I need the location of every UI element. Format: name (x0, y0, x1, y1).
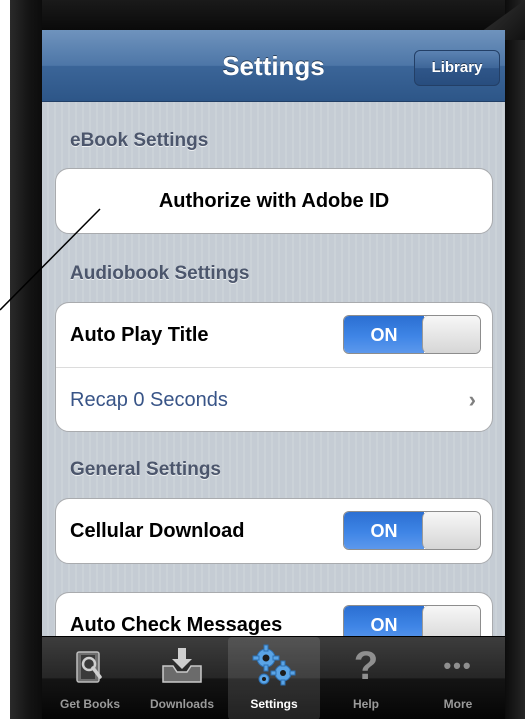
tab-get-books[interactable]: Get Books (44, 637, 136, 719)
device-frame: Settings Library eBook Settings Authoriz… (0, 0, 525, 719)
library-button[interactable]: Library (414, 50, 500, 86)
tab-bar: Get Books Downloads Settings ? Help ••• … (42, 636, 505, 719)
tab-more[interactable]: ••• More (412, 637, 504, 719)
audiobook-settings-group: Auto Play Title ON Recap 0 Seconds › (55, 302, 493, 432)
toggle-thumb (422, 316, 480, 353)
auto-play-title-toggle[interactable]: ON (343, 315, 481, 354)
tab-help[interactable]: ? Help (320, 637, 412, 719)
chevron-right-icon: › (468, 387, 476, 412)
more-dots-glyph: ••• (443, 653, 473, 678)
tab-settings[interactable]: Settings (228, 637, 320, 719)
section-header-ebook: eBook Settings (70, 130, 209, 151)
question-mark-icon: ? (320, 643, 412, 689)
toggle-on-label: ON (344, 316, 424, 353)
more-dots-icon: ••• (412, 643, 504, 689)
cellular-download-label: Cellular Download (70, 520, 245, 542)
authorize-adobe-id-label: Authorize with Adobe ID (158, 190, 390, 212)
cellular-download-group: Cellular Download ON (55, 498, 493, 564)
section-header-general: General Settings (70, 459, 221, 480)
question-mark-glyph: ? (353, 644, 379, 688)
navigation-bar: Settings Library (42, 30, 505, 102)
download-tray-icon (136, 643, 228, 689)
cellular-download-row: Cellular Download ON (56, 499, 492, 563)
tab-downloads[interactable]: Downloads (136, 637, 228, 719)
device-frame-left (10, 0, 42, 719)
tab-label: Help (352, 697, 379, 711)
device-frame-top (10, 0, 525, 30)
tab-label: Get Books (59, 697, 120, 711)
device-frame-right (505, 0, 525, 719)
auto-play-title-label: Auto Play Title (70, 324, 209, 346)
tab-label: More (443, 697, 473, 711)
settings-screen: Settings Library eBook Settings Authoriz… (42, 30, 505, 719)
recap-seconds-row[interactable]: Recap 0 Seconds › (56, 367, 492, 431)
gears-icon (228, 643, 320, 689)
toggle-thumb (422, 512, 480, 549)
cellular-download-toggle[interactable]: ON (343, 511, 481, 550)
section-header-audiobook: Audiobook Settings (70, 263, 250, 284)
auto-play-title-row: Auto Play Title ON (56, 303, 492, 367)
toggle-on-label: ON (344, 512, 424, 549)
tab-label: Downloads (149, 697, 214, 711)
ebook-settings-group: Authorize with Adobe ID (55, 168, 493, 234)
authorize-adobe-id-button[interactable]: Authorize with Adobe ID (56, 169, 492, 233)
tab-label: Settings (250, 697, 298, 711)
recap-seconds-label: Recap 0 Seconds (70, 389, 228, 411)
book-search-icon (44, 643, 136, 689)
